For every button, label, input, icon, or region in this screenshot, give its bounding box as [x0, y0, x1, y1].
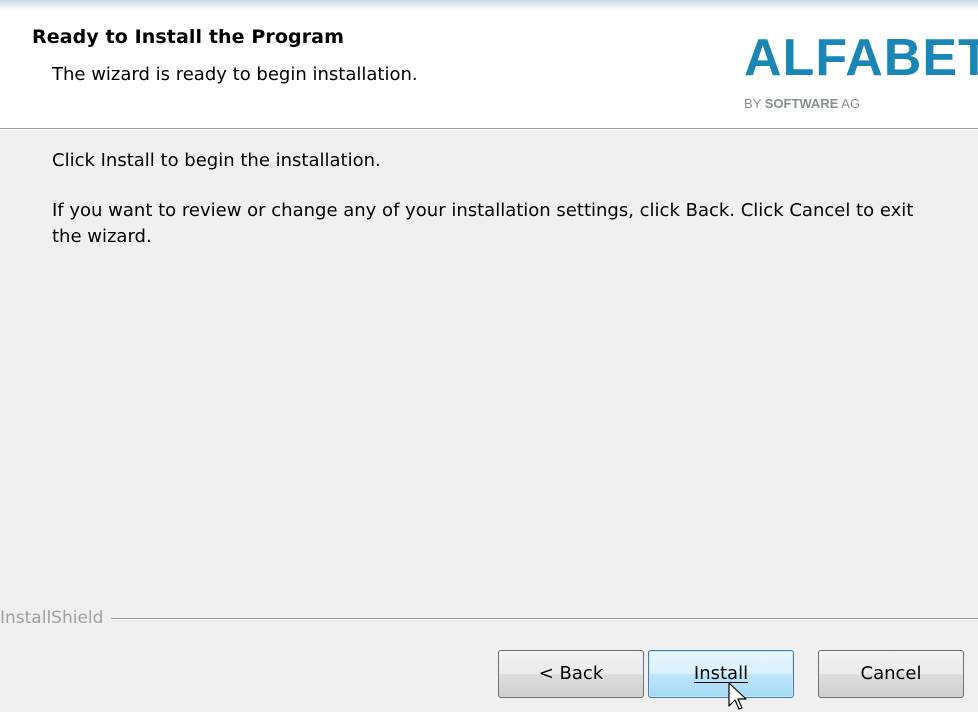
back-button[interactable]: < Back	[498, 650, 644, 698]
wizard-body: Click Install to begin the installation.…	[0, 130, 978, 712]
cancel-button-label: Cancel	[860, 663, 922, 684]
logo-wordmark: ALFABET	[744, 29, 978, 87]
review-settings-text: If you want to review or change any of y…	[52, 200, 914, 247]
logo-tagline: BY SOFTWARE AG	[744, 96, 860, 111]
back-button-label: < Back	[538, 663, 604, 684]
logo-tagline-prefix: BY	[744, 96, 765, 111]
page-title: Ready to Install the Program	[32, 26, 344, 48]
mouse-pointer-icon	[728, 682, 747, 710]
cancel-button[interactable]: Cancel	[818, 650, 964, 698]
logo-tagline-company: SOFTWARE	[764, 96, 839, 111]
window-top-border	[0, 0, 978, 10]
wizard-header: Ready to Install the Program The wizard …	[0, 10, 978, 128]
footer-divider	[0, 618, 978, 620]
install-button[interactable]: Install	[648, 650, 794, 698]
logo-tagline-suffix: AG	[838, 96, 861, 111]
alfabet-logo: ALFABET BY SOFTWARE AG	[744, 30, 978, 130]
page-subtitle: The wizard is ready to begin installatio…	[52, 64, 418, 85]
instruction-text: Click Install to begin the installation.	[52, 150, 381, 171]
install-button-label: Install	[693, 663, 749, 684]
installshield-label: InstallShield	[0, 608, 112, 628]
